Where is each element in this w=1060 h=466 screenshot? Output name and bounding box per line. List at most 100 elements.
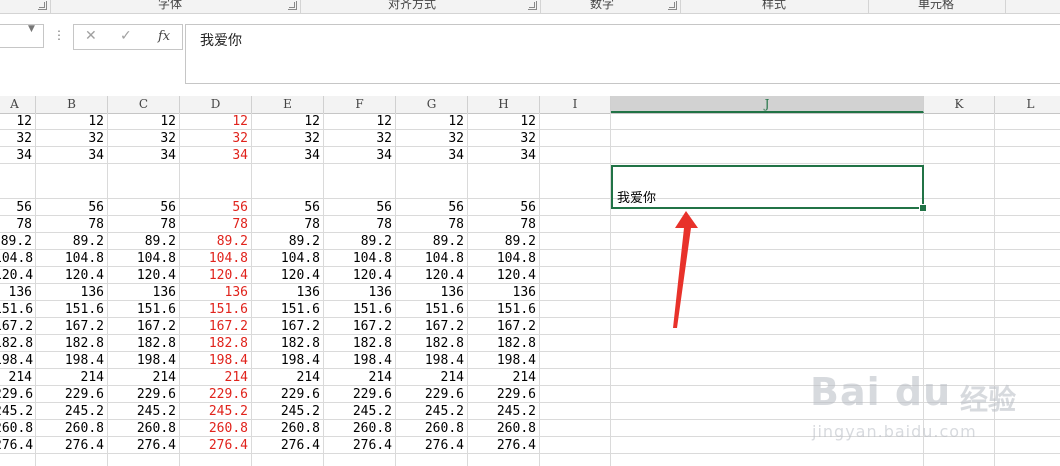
cell-b-17[interactable]: 245.2 [36, 403, 108, 420]
cell-d-13[interactable]: 182.8 [180, 335, 252, 352]
cell-c-4[interactable] [108, 182, 180, 199]
column-header-a[interactable]: A [0, 96, 36, 113]
cell-g-14[interactable]: 198.4 [396, 352, 468, 369]
cell-e-11[interactable]: 151.6 [252, 301, 324, 318]
alignment-dialog-launcher-icon[interactable] [528, 1, 537, 10]
cell-e-3[interactable]: 34 [252, 147, 324, 164]
dialog-launcher-icon[interactable] [38, 1, 47, 10]
cell-d-5[interactable]: 56 [180, 199, 252, 216]
cell-g-18[interactable]: 260.8 [396, 420, 468, 437]
cell-h-19[interactable]: 276.4 [468, 437, 540, 454]
cell-b-7[interactable]: 89.2 [36, 233, 108, 250]
cell-e-18[interactable]: 260.8 [252, 420, 324, 437]
cell-c-11[interactable]: 151.6 [108, 301, 180, 318]
cell-d-3[interactable]: 34 [180, 147, 252, 164]
cell-e-19[interactable]: 276.4 [252, 437, 324, 454]
cell-g-17[interactable]: 245.2 [396, 403, 468, 420]
cell-a-1[interactable]: 12 [0, 113, 36, 130]
cell-a-4[interactable] [0, 182, 36, 199]
column-header-b[interactable]: B [36, 96, 108, 113]
cell-a-13[interactable]: 182.8 [0, 335, 36, 352]
number-dialog-launcher-icon[interactable] [668, 1, 677, 10]
cell-e-5[interactable]: 56 [252, 199, 324, 216]
cell-b-15[interactable]: 214 [36, 369, 108, 386]
cell-f-5[interactable]: 56 [324, 199, 396, 216]
cell-g-6[interactable]: 78 [396, 216, 468, 233]
cell-a-9[interactable]: 120.4 [0, 267, 36, 284]
cell-a-7[interactable]: 89.2 [0, 233, 36, 250]
cell-f-3[interactable]: 34 [324, 147, 396, 164]
cell-f-2[interactable]: 32 [324, 130, 396, 147]
cell-g-11[interactable]: 151.6 [396, 301, 468, 318]
cell-f-1[interactable]: 12 [324, 113, 396, 130]
enter-icon[interactable]: ✓ [120, 28, 132, 44]
cell-c-18[interactable]: 260.8 [108, 420, 180, 437]
cell-c-3[interactable]: 34 [108, 147, 180, 164]
cell-h-9[interactable]: 120.4 [468, 267, 540, 284]
cell-d-18[interactable]: 260.8 [180, 420, 252, 437]
cell-f-13[interactable]: 182.8 [324, 335, 396, 352]
column-header-g[interactable]: G [396, 96, 468, 113]
cell-c-5[interactable]: 56 [108, 199, 180, 216]
cell-a-10[interactable]: 136 [0, 284, 36, 301]
cell-a-5[interactable]: 56 [0, 199, 36, 216]
column-header-e[interactable]: E [252, 96, 324, 113]
fill-handle[interactable] [919, 204, 927, 212]
cell-d-19[interactable]: 276.4 [180, 437, 252, 454]
selected-cell-j[interactable]: 我爱你 [611, 165, 924, 209]
chevron-down-icon[interactable]: ▼ [28, 24, 35, 34]
cell-a-8[interactable]: 104.8 [0, 250, 36, 267]
cell-a-6[interactable]: 78 [0, 216, 36, 233]
cell-g-8[interactable]: 104.8 [396, 250, 468, 267]
cell-f-19[interactable]: 276.4 [324, 437, 396, 454]
cell-b-19[interactable]: 276.4 [36, 437, 108, 454]
cancel-icon[interactable]: ✕ [85, 28, 97, 44]
column-header-f[interactable]: F [324, 96, 396, 113]
cell-g-5[interactable]: 56 [396, 199, 468, 216]
cell-h-17[interactable]: 245.2 [468, 403, 540, 420]
cell-g-10[interactable]: 136 [396, 284, 468, 301]
cell-c-10[interactable]: 136 [108, 284, 180, 301]
cell-e-17[interactable]: 245.2 [252, 403, 324, 420]
column-header-k[interactable]: K [924, 96, 995, 113]
cell-h-14[interactable]: 198.4 [468, 352, 540, 369]
cell-h-13[interactable]: 182.8 [468, 335, 540, 352]
cell-b-12[interactable]: 167.2 [36, 318, 108, 335]
cell-d-14[interactable]: 198.4 [180, 352, 252, 369]
cell-b-16[interactable]: 229.6 [36, 386, 108, 403]
cell-b-3[interactable]: 34 [36, 147, 108, 164]
cell-h-3[interactable]: 34 [468, 147, 540, 164]
cell-f-12[interactable]: 167.2 [324, 318, 396, 335]
cell-e-14[interactable]: 198.4 [252, 352, 324, 369]
cell-d-1[interactable]: 12 [180, 113, 252, 130]
cell-f-11[interactable]: 151.6 [324, 301, 396, 318]
cell-d-4[interactable] [180, 182, 252, 199]
cell-b-9[interactable]: 120.4 [36, 267, 108, 284]
name-box[interactable] [0, 24, 44, 48]
column-header-h[interactable]: H [468, 96, 540, 113]
cell-b-6[interactable]: 78 [36, 216, 108, 233]
cell-f-7[interactable]: 89.2 [324, 233, 396, 250]
font-dialog-launcher-icon[interactable] [288, 1, 297, 10]
cell-g-4[interactable] [396, 182, 468, 199]
cell-h-5[interactable]: 56 [468, 199, 540, 216]
cell-d-2[interactable]: 32 [180, 130, 252, 147]
cell-c-9[interactable]: 120.4 [108, 267, 180, 284]
cell-c-6[interactable]: 78 [108, 216, 180, 233]
cell-e-6[interactable]: 78 [252, 216, 324, 233]
cell-c-13[interactable]: 182.8 [108, 335, 180, 352]
cell-f-4[interactable] [324, 182, 396, 199]
cell-h-6[interactable]: 78 [468, 216, 540, 233]
cell-g-7[interactable]: 89.2 [396, 233, 468, 250]
cell-h-4[interactable] [468, 182, 540, 199]
cell-f-10[interactable]: 136 [324, 284, 396, 301]
cell-c-15[interactable]: 214 [108, 369, 180, 386]
cell-c-16[interactable]: 229.6 [108, 386, 180, 403]
cell-h-2[interactable]: 32 [468, 130, 540, 147]
cell-h-11[interactable]: 151.6 [468, 301, 540, 318]
cell-a-19[interactable]: 276.4 [0, 437, 36, 454]
cell-g-3[interactable]: 34 [396, 147, 468, 164]
cell-g-16[interactable]: 229.6 [396, 386, 468, 403]
cell-d-12[interactable]: 167.2 [180, 318, 252, 335]
cell-e-12[interactable]: 167.2 [252, 318, 324, 335]
